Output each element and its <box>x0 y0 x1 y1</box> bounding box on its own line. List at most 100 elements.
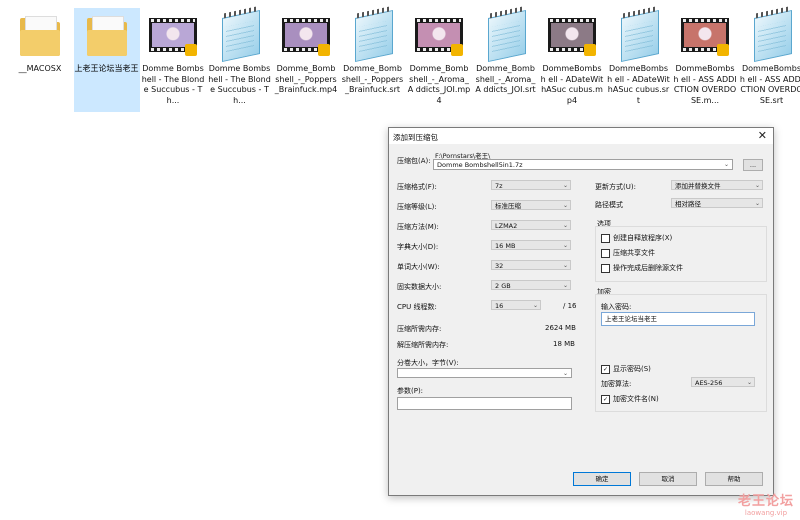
check-icon: ✓ <box>601 364 610 374</box>
params-input[interactable] <box>397 397 572 410</box>
notepad-icon <box>615 6 663 63</box>
watermark-url: laowang.vip <box>744 509 788 517</box>
file-name: Domme_Bomb shell_-_Aroma_A ddicts_JOI.mp… <box>407 64 471 105</box>
archive-label: 压缩包(A): <box>397 157 431 165</box>
notepad-icon <box>748 6 796 63</box>
show-password-checkbox[interactable]: ✓ 显示密码(S) <box>601 364 651 374</box>
chevron-down-icon: ⌄ <box>562 182 568 189</box>
sfx-label: 创建自释放程序(X) <box>613 234 673 242</box>
pathmode-label: 路径模式 <box>595 201 623 209</box>
pathmode-select[interactable]: 相对路径 ⌄ <box>671 198 763 208</box>
encrypt-names-label: 加密文件名(N) <box>613 395 659 403</box>
file-item[interactable]: DommeBombsh ell - ADateWithASuc cubus.mp… <box>539 8 605 112</box>
mem-compress-label: 压缩所需内存: <box>397 325 442 333</box>
file-name: __MACOSX <box>18 64 62 73</box>
video-thumbnail-icon <box>415 8 463 60</box>
file-name: 上老王论坛当老王 <box>74 64 139 73</box>
notepad-icon <box>216 6 264 63</box>
chevron-down-icon: ⌄ <box>562 282 568 289</box>
update-select[interactable]: 添加并替换文件 ⌄ <box>671 180 763 190</box>
dialog-titlebar[interactable]: 添加到压缩包 ✕ <box>389 128 773 144</box>
cpu-value: 16 <box>495 302 504 310</box>
checkbox-box <box>601 233 610 243</box>
file-name: Domme_Bomb shell_-_Poppers _Brainfuck.mp… <box>274 64 338 94</box>
word-label: 单词大小(W): <box>397 263 440 271</box>
level-select[interactable]: 标准压缩 ⌄ <box>491 200 571 210</box>
split-label: 分卷大小，字节(V): <box>397 359 459 367</box>
file-item[interactable]: Domme Bombshell - The Blonde Succubus - … <box>207 6 273 112</box>
close-icon[interactable]: ✕ <box>758 129 767 142</box>
file-name: DommeBombsh ell - ADateWithASuc cubus.sr… <box>607 64 670 105</box>
help-button[interactable]: 帮助 <box>705 472 763 486</box>
method-select[interactable]: LZMA2 ⌄ <box>491 220 571 230</box>
sfx-checkbox[interactable]: 创建自释放程序(X) <box>601 233 672 243</box>
video-thumbnail-icon <box>681 8 729 60</box>
chevron-down-icon: ⌄ <box>754 182 760 189</box>
shared-label: 压缩共享文件 <box>613 249 655 257</box>
notepad-icon <box>349 6 397 63</box>
browse-button[interactable]: ... <box>743 159 763 171</box>
file-name: DommeBombsh ell - ASS ADDICTION OVERDOSE… <box>673 64 737 105</box>
chevron-down-icon: ⌄ <box>562 202 568 209</box>
solid-value: 2 GB <box>495 282 511 290</box>
cpu-total: / 16 <box>563 302 577 310</box>
level-value: 标准压缩 <box>495 202 521 210</box>
file-item[interactable]: Domme_Bomb shell_-_Poppers _Brainfuck.mp… <box>273 8 339 112</box>
file-item[interactable]: Domme_Bomb shell_-_Poppers _Brainfuck.sr… <box>340 6 406 112</box>
file-item[interactable]: DommeBombsh ell - ASS ADDICTION OVERDOSE… <box>672 8 738 112</box>
folder-icon <box>16 8 64 60</box>
file-item[interactable]: Domme Bombshell - The Blonde Succubus - … <box>140 8 206 112</box>
watermark-text: 老王论坛 <box>737 494 794 509</box>
dict-select[interactable]: 16 MB ⌄ <box>491 240 571 250</box>
check-icon: ✓ <box>601 394 610 404</box>
update-value: 添加并替换文件 <box>675 182 721 190</box>
method-value: LZMA2 <box>495 222 518 230</box>
file-item[interactable]: Domme_Bomb shell_-_Aroma_A ddicts_JOI.mp… <box>406 8 472 112</box>
delete-checkbox[interactable]: 操作完成后删除源文件 <box>601 263 683 273</box>
shared-checkbox[interactable]: 压缩共享文件 <box>601 248 655 258</box>
archive-name-value: Domme Bombshell5in1.7z <box>437 161 523 169</box>
video-thumbnail-icon <box>282 8 330 60</box>
folder-item[interactable]: __MACOSX <box>7 8 73 112</box>
dict-value: 16 MB <box>495 242 516 250</box>
method-label: 压缩方法(M): <box>397 223 439 231</box>
archive-name-combo[interactable]: Domme Bombshell5in1.7z ⌄ <box>433 159 733 170</box>
checkbox-box <box>601 248 610 258</box>
cpu-select[interactable]: 16 ⌄ <box>491 300 541 310</box>
pathmode-value: 相对路径 <box>675 200 701 208</box>
cpu-label: CPU 线程数: <box>397 303 437 311</box>
show-password-label: 显示密码(S) <box>613 365 651 373</box>
file-grid: __MACOSX 上老王论坛当老王 Domme Bombshell - The Bl… <box>0 0 800 120</box>
level-label: 压缩等级(L): <box>397 203 437 211</box>
file-item[interactable]: DommeBombsh ell - ADateWithASuc cubus.sr… <box>606 6 672 112</box>
format-label: 压缩格式(F): <box>397 183 437 191</box>
params-label: 参数(P): <box>397 387 424 395</box>
update-label: 更新方式(U): <box>595 183 636 191</box>
enc-method-value: AES-256 <box>695 379 723 387</box>
file-name: DommeBombsh ell - ADateWithASuc cubus.mp… <box>540 64 604 105</box>
solid-select[interactable]: 2 GB ⌄ <box>491 280 571 290</box>
encrypt-names-checkbox[interactable]: ✓ 加密文件名(N) <box>601 394 659 404</box>
watermark-logo: 老王论坛 laowang.vip <box>738 490 794 517</box>
mem-decompress-label: 解压缩所需内存: <box>397 341 449 349</box>
mem-decompress-value: 18 MB <box>553 340 575 348</box>
password-input[interactable]: 上老王论坛当老王 <box>601 312 755 326</box>
word-value: 32 <box>495 262 504 270</box>
chevron-down-icon: ⌄ <box>754 200 760 207</box>
add-to-archive-dialog: 添加到压缩包 ✕ 压缩包(A): F:\Pornstars\老王\ Domme … <box>388 127 774 496</box>
split-combo[interactable]: ⌄ <box>397 368 572 378</box>
video-thumbnail-icon <box>548 8 596 60</box>
ok-button[interactable]: 确定 <box>573 472 631 486</box>
cancel-button[interactable]: 取消 <box>639 472 697 486</box>
password-value: 上老王论坛当老王 <box>605 315 657 323</box>
format-select[interactable]: 7z ⌄ <box>491 180 571 190</box>
enc-method-select[interactable]: AES-256 ⌄ <box>691 377 755 387</box>
chevron-down-icon: ⌄ <box>562 262 568 269</box>
file-item[interactable]: Domme_Bomb shell_-_Aroma_A ddicts_JOI.sr… <box>473 6 539 112</box>
word-select[interactable]: 32 ⌄ <box>491 260 571 270</box>
folder-item[interactable]: 上老王论坛当老王 <box>73 8 140 112</box>
chevron-down-icon: ⌄ <box>562 242 568 249</box>
folder-icon <box>83 8 131 60</box>
file-item[interactable]: DommeBombsh ell - ASS ADDICTION OVERDOSE… <box>739 6 800 112</box>
file-name: DommeBombsh ell - ASS ADDICTION OVERDOSE… <box>739 64 800 105</box>
